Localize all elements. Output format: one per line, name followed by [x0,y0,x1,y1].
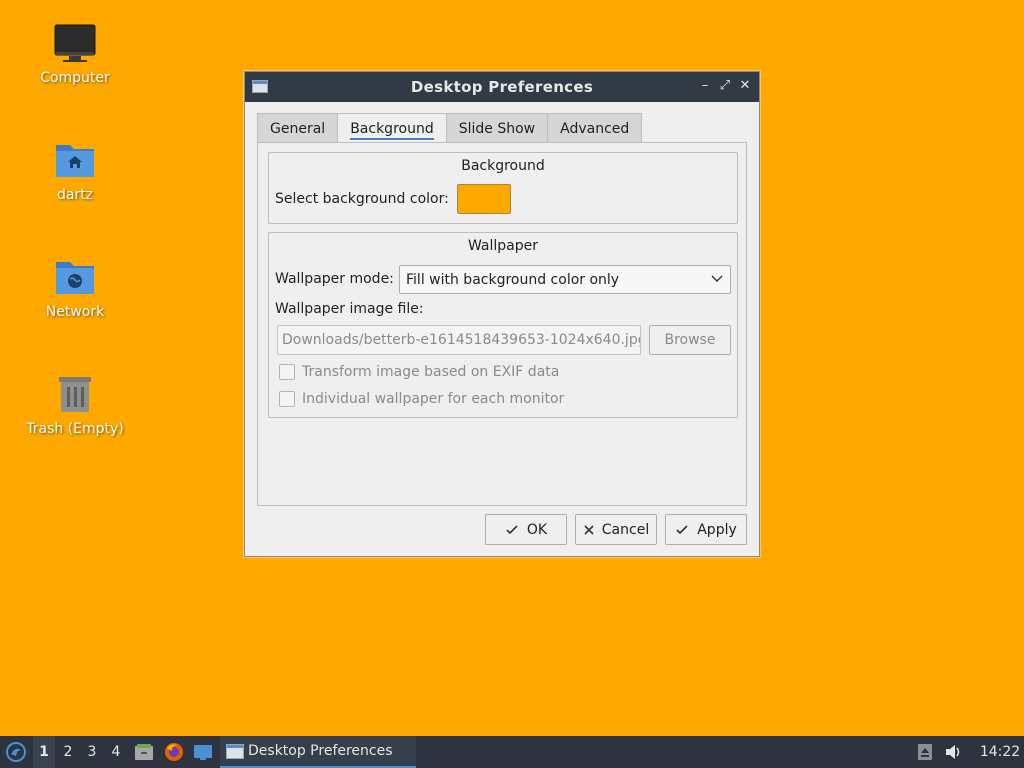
desktop-icon-home[interactable]: dartz [15,139,135,203]
window-icon [252,80,268,93]
apply-button[interactable]: Apply [665,514,747,545]
wallpaper-group-title: Wallpaper [467,238,539,254]
home-folder-icon [56,145,94,177]
per-monitor-checkbox[interactable]: Individual wallpaper for each monitor [279,391,564,407]
checkbox-box [279,364,295,380]
cancel-button-label: Cancel [601,521,650,538]
volume-tray-button[interactable] [941,736,965,768]
tab-background[interactable]: Background [337,113,447,144]
background-group-title: Background [461,158,545,174]
background-tab-panel: Background Select background color: Wall… [257,142,747,506]
background-color-button[interactable] [456,184,511,214]
wallpaper-group: Wallpaper Wallpaper mode: Fill with back… [268,232,738,418]
tab-bar: General Background Slide Show Advanced [257,113,643,144]
cancel-button[interactable]: Cancel [575,514,657,545]
file-manager-icon [135,744,153,760]
exif-checkbox[interactable]: Transform image based on EXIF data [279,364,559,380]
wallpaper-file-label: Wallpaper image file: [275,301,424,317]
desktop-icon-label: Trash (Empty) [26,421,124,437]
clock[interactable]: 14:22 [976,736,1024,768]
window-icon [226,743,244,759]
wallpaper-mode-label: Wallpaper mode: [275,271,394,287]
desktop-icon-label: Computer [40,70,110,86]
check-icon [676,524,688,534]
volume-icon [946,745,960,759]
desktop-icon-label: dartz [56,187,94,203]
tab-slide-show[interactable]: Slide Show [445,113,549,143]
background-group: Background Select background color: [268,152,738,224]
desktop-icon-network[interactable]: Network [15,256,135,320]
firefox-icon [165,743,183,761]
ok-button-label: OK [526,521,548,538]
lxqt-start-icon [6,742,26,762]
workspace-4-button[interactable]: 4 [105,736,127,768]
wallpaper-mode-value: Fill with background color only [406,271,620,288]
minimize-button[interactable]: – [697,78,713,94]
tab-general[interactable]: General [257,113,339,143]
per-monitor-checkbox-label: Individual wallpaper for each monitor [302,391,565,407]
check-icon [506,524,518,534]
taskbar-task-desktop-preferences[interactable]: Desktop Preferences [220,736,416,768]
workspace-2-button[interactable]: 2 [57,736,79,768]
workspace-1-button[interactable]: 1 [33,736,55,768]
wallpaper-mode-select[interactable]: Fill with background color only [399,265,731,294]
tab-label: Background [350,121,434,140]
desktop-preferences-dialog: Desktop Preferences – ⤢ ✕ General Backgr… [244,71,760,557]
task-title: Desktop Preferences [248,743,393,759]
eject-tray-button[interactable] [914,736,936,768]
desktop-icon-computer[interactable]: Computer [15,22,135,86]
desktop-icon-label: Network [45,304,105,320]
dialog-title: Desktop Preferences [410,78,594,96]
tab-label: General [270,121,326,137]
desktop-icon-trash[interactable]: Trash (Empty) [15,373,135,437]
dialog-titlebar[interactable]: Desktop Preferences – ⤢ ✕ [245,72,759,102]
cancel-x-icon [584,524,594,535]
tab-label: Slide Show [458,121,536,137]
tab-label: Advanced [560,121,630,137]
firefox-launcher[interactable] [163,736,185,768]
show-desktop-launcher[interactable] [192,736,214,768]
chevron-down-icon [711,275,723,282]
wallpaper-file-field[interactable]: Downloads/betterb-e1614518439653-1024x64… [277,325,641,355]
exif-checkbox-label: Transform image based on EXIF data [302,364,560,380]
computer-monitor-icon [54,24,96,62]
apply-button-label: Apply [697,521,737,538]
network-folder-icon [56,262,94,294]
file-manager-launcher[interactable] [133,736,155,768]
eject-icon [918,744,932,760]
background-color-label: Select background color: [275,191,449,207]
start-menu-button[interactable] [4,736,28,768]
checkbox-box [279,391,295,407]
show-desktop-icon [194,745,212,760]
browse-button[interactable]: Browse [649,325,731,355]
close-button[interactable]: ✕ [737,78,753,94]
ok-button[interactable]: OK [485,514,567,545]
trash-icon [59,377,91,412]
workspace-3-button[interactable]: 3 [81,736,103,768]
maximize-button[interactable]: ⤢ [717,78,733,94]
tab-advanced[interactable]: Advanced [547,113,643,143]
taskbar: 1 2 3 4 Desktop Preferences 14:22 [0,736,1024,768]
